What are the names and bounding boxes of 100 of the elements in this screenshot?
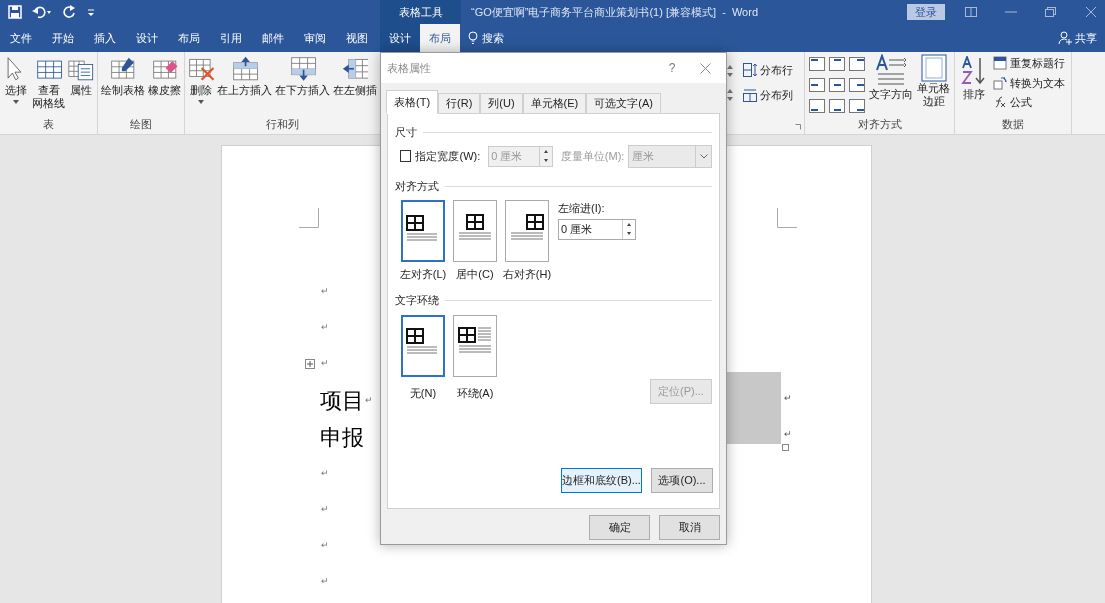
option-label: 右对齐(H) [502,267,552,282]
corner-mark-icon [777,208,797,228]
alignment-option[interactable] [505,200,549,262]
paragraph-text: 项目 [320,387,364,415]
ribbon-button-label: 在下方插入 [275,84,330,97]
checkbox[interactable] [400,150,412,162]
repeat-header-icon [993,56,1007,71]
ribbon-button[interactable]: 在上方插入 [216,52,273,116]
option-label: 无(N) [409,385,437,401]
spinner-arrows-icon [727,64,733,78]
ribbon-tab[interactable]: 设计 [126,24,168,52]
table-move-handle-icon [305,359,315,369]
dialog-title: 表格属性 [387,60,431,76]
group-label: 对齐方式 [856,117,903,132]
ribbon-button[interactable]: 橡皮擦 [147,52,182,116]
wrapping-option[interactable] [401,314,445,377]
table-resize-handle[interactable] [782,444,789,451]
ribbon-button[interactable]: 删除 [187,52,215,116]
ribbon-tab[interactable]: 开始 [42,24,84,52]
lightbulb-icon [468,31,478,45]
ribbon-button[interactable]: 在下方插入 [274,52,331,116]
search-label: 搜索 [482,30,504,46]
person-add-icon [1058,31,1072,45]
align-cell-icon [809,99,825,113]
spinner-field[interactable]: 0 厘米 [558,218,636,240]
ribbon-button-label: 绘制表格 [101,84,145,97]
ribbon-button-label: 选择 [5,84,27,97]
function-icon [993,95,1007,110]
alignment-option[interactable] [401,200,445,262]
option-label: 居中(C) [456,267,494,282]
ribbon-tab[interactable]: 布局 [420,24,460,52]
ribbon-button-label: 删除 [190,84,212,97]
ribbon-button[interactable]: 分布列 [743,86,804,103]
dialog-tab[interactable]: 单元格(E) [522,93,587,114]
borders-shading-button[interactable]: 边框和底纹(B)... [561,468,642,493]
maximize-icon [1045,7,1057,17]
ribbon-tab[interactable]: 引用 [210,24,252,52]
ribbon-button-label: 属性 [70,84,92,97]
ribbon-tab[interactable]: 设计 [380,24,420,52]
contextual-tab-group-label: 表格工具 [380,0,461,24]
insert-below-icon [289,56,316,84]
dialog-tab[interactable]: 表格(T) [386,90,439,114]
paragraph-mark: ↵ [321,285,329,299]
option-label: 环绕(A) [456,385,494,401]
close-icon [699,62,711,74]
ribbon-button[interactable]: 绘制表格 [100,52,146,116]
share-button[interactable]: 共享 [1058,24,1105,52]
sign-in-button[interactable]: 登录 [907,4,945,20]
ribbon-button[interactable]: 重复标题行 [993,55,1065,72]
data-command-label: 重复标题行 [1010,56,1065,71]
ribbon-button[interactable]: 分布行 [743,62,804,79]
ribbon-tab[interactable]: 邮件 [252,24,294,52]
ribbon-button[interactable]: 选择 [2,52,30,116]
ribbon-button[interactable]: 查看 网格线 [31,52,66,116]
dialog-tab[interactable]: 可选文字(A) [586,93,661,114]
paragraph-mark: ↵ [321,357,329,371]
alignment-option[interactable] [453,200,497,262]
ribbon-button[interactable]: 属性 [67,52,95,116]
align-cell-icon [849,57,865,71]
ribbon-tab[interactable]: 审阅 [294,24,336,52]
end-of-cell-mark: ↵ [784,392,792,405]
cell-margins-label: 边距 [922,95,945,108]
ribbon-button[interactable]: 转换为文本 [993,74,1065,91]
undo-icon [32,5,52,19]
convert-table-icon [993,75,1007,90]
search-button[interactable]: 搜索 [460,24,512,52]
ribbon-button[interactable]: 排序 [961,52,987,116]
ribbon-tab[interactable]: 插入 [84,24,126,52]
window-title: “GO便宜啊”电子商务平台商业策划书(1) [兼容模式] - Word [471,4,759,20]
text-direction-label: 文字方向 [869,87,913,102]
end-of-cell-mark: ↵ [784,428,792,441]
distribute-columns-icon [743,87,757,102]
checkbox-label: 指定宽度(W): [415,148,481,164]
corner-mark-icon [299,208,319,228]
align-cell-icon [849,78,865,92]
text-direction-icon [875,54,907,86]
group-label: 绘图 [129,117,153,132]
cancel-button[interactable]: 取消 [659,515,720,540]
ribbon-button[interactable]: 公式 [993,94,1065,111]
spinner-arrows-icon [727,88,733,102]
help-button[interactable]: ? [662,59,682,77]
dialog-tab[interactable]: 行(R) [438,93,481,114]
align-cell-icon [809,78,825,92]
ribbon-button[interactable]: 单元格 边距 [917,52,950,116]
redo-icon [62,5,76,19]
paragraph-text: 申报 [320,424,364,452]
distribute-label: 分布列 [760,87,793,103]
wrapping-option[interactable] [453,314,497,377]
ribbon-tab[interactable]: 视图 [336,24,378,52]
ribbon-button-label: 在上方插入 [217,84,272,97]
dialog-tab[interactable]: 列(U) [480,93,523,114]
ribbon-display-icon [965,7,977,17]
ok-button[interactable]: 确定 [589,515,650,540]
data-command-label: 转换为文本 [1010,75,1065,91]
options-button[interactable]: 选项(O)... [651,468,713,493]
ribbon-tab[interactable]: 文件 [0,24,42,52]
ribbon-button[interactable]: 文字方向 [869,52,913,116]
ribbon-button[interactable]: 在左侧插 [332,52,378,116]
ribbon-tab[interactable]: 布局 [168,24,210,52]
sort-label: 排序 [963,87,985,102]
